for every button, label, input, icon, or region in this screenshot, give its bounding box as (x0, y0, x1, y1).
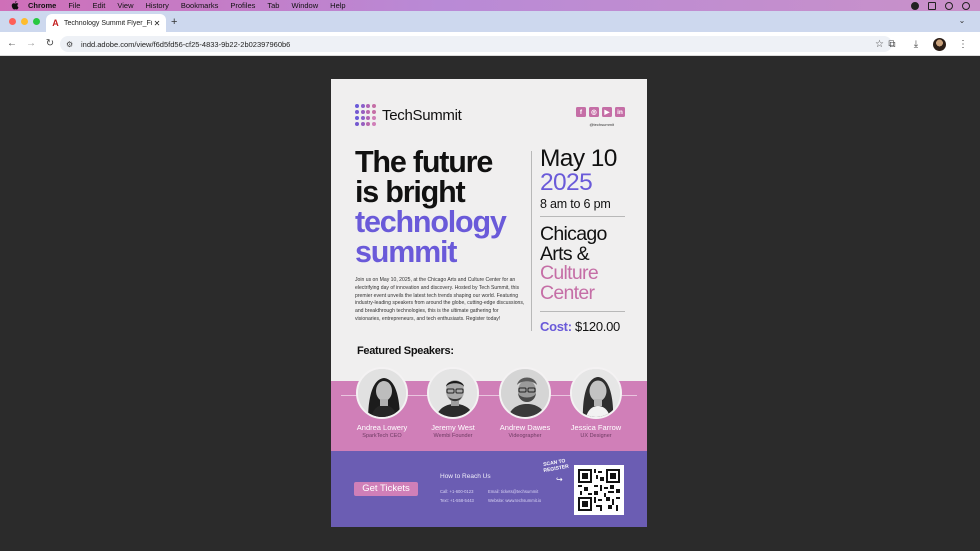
tab-title: Technology Summit Flyer_Fin (64, 19, 152, 27)
speaker-card: Jessica Farrow UX Designer (566, 367, 626, 439)
macos-menu-bar: Chrome File Edit View History Bookmarks … (0, 0, 980, 11)
speaker-card: Andrew Dawes Videographer (495, 367, 555, 439)
menu-history[interactable]: History (146, 1, 169, 10)
adobe-favicon-icon: A (52, 18, 59, 28)
social-handle: @techsummit (589, 122, 614, 127)
speaker-card: Jeremy West Wembi Founder (423, 367, 483, 439)
divider (540, 311, 625, 312)
speakers-title: Featured Speakers: (357, 345, 454, 357)
event-year: 2025 (540, 169, 593, 196)
venue-line-3: Culture (540, 262, 599, 284)
menu-help[interactable]: Help (330, 1, 345, 10)
download-icon[interactable]: ⤓ (909, 37, 923, 51)
cost-value: $120.00 (575, 319, 620, 334)
headline-line-1: The future (355, 145, 493, 179)
control-center-icon[interactable] (928, 1, 936, 10)
brand-logo: TechSummit (355, 104, 462, 126)
menu-tab[interactable]: Tab (267, 1, 279, 10)
more-menu-icon[interactable]: ⋮ (956, 37, 970, 51)
facebook-icon: f (576, 107, 586, 117)
speaker-photo (427, 367, 479, 419)
qr-code[interactable] (574, 465, 624, 515)
menu-file[interactable]: File (68, 1, 80, 10)
back-arrow-icon[interactable]: ← (5, 37, 19, 51)
site-info-icon[interactable]: ⚙ (66, 40, 76, 49)
tab-close-icon[interactable]: ✕ (152, 19, 162, 28)
reload-icon[interactable]: ↻ (43, 37, 57, 51)
instagram-icon: ◎ (589, 107, 599, 117)
url-text[interactable]: indd.adobe.com/view/f6d5fd56-cf25-4833-9… (81, 40, 290, 49)
search-icon[interactable] (945, 1, 953, 10)
new-tab-button[interactable]: + (171, 16, 177, 28)
speaker-role: Videographer (508, 433, 542, 439)
social-icons: f ◎ ▶ in (576, 107, 625, 117)
extensions-icon[interactable]: ⧉ (885, 37, 899, 51)
headline-line-4: summit (355, 235, 457, 269)
record-icon[interactable] (911, 1, 919, 10)
menu-window[interactable]: Window (291, 1, 318, 10)
speaker-name: Jeremy West (431, 423, 475, 432)
youtube-icon: ▶ (602, 107, 612, 117)
curved-arrow-icon: ↪ (556, 475, 563, 484)
speaker-photo (499, 367, 551, 419)
contact-website: Website: www.techsummit.io (488, 498, 542, 503)
vertical-divider (531, 151, 532, 331)
linkedin-icon: in (615, 107, 625, 117)
apple-icon[interactable] (10, 1, 20, 10)
zoom-window-button[interactable] (33, 18, 40, 25)
speaker-name: Jessica Farrow (570, 423, 622, 432)
event-venue: Chicago Arts & Culture Center (540, 223, 607, 304)
tab-search-chevron-icon[interactable]: ⌄ (956, 16, 968, 26)
reach-title: How to Reach Us (440, 473, 491, 480)
event-description: Join us on May 10, 2025, at the Chicago … (355, 277, 525, 322)
speaker-photo (356, 367, 408, 419)
dots-logo-icon (355, 104, 377, 126)
close-window-button[interactable] (9, 18, 16, 25)
event-time: 8 am to 6 pm (540, 197, 611, 211)
menu-chrome[interactable]: Chrome (28, 1, 56, 10)
speaker-role: Wembi Founder (433, 433, 473, 439)
speaker-photo (570, 367, 622, 419)
headline-line-2: is bright (355, 175, 466, 209)
forward-arrow-icon[interactable]: → (24, 37, 38, 51)
tab-strip: A Technology Summit Flyer_Fin ✕ + ⌄ (0, 11, 980, 32)
get-tickets-button[interactable]: Get Tickets (354, 482, 418, 496)
speaker-name: Andrew Dawes (499, 423, 551, 432)
speaker-card: Andrea Lowery SparkTech CEO (352, 367, 412, 439)
bookmark-star-icon[interactable]: ☆ (875, 39, 884, 50)
headline: The future is bright technology summit (355, 145, 530, 269)
profile-avatar[interactable] (933, 37, 946, 51)
speaker-name: Andrea Lowery (356, 423, 408, 432)
active-tab[interactable]: A Technology Summit Flyer_Fin ✕ (46, 14, 166, 32)
brand-name: TechSummit (382, 106, 462, 124)
venue-line-4: Center (540, 281, 595, 304)
event-cost: Cost: $120.00 (540, 319, 620, 334)
contact-call: Call: +1-600-0123 (440, 489, 474, 494)
menu-profiles[interactable]: Profiles (230, 1, 255, 10)
user-icon[interactable] (962, 1, 970, 10)
flyer-page: TechSummit f ◎ ▶ in @techsummit The futu… (331, 79, 647, 527)
contact-text: Text: +1-558-5443 (440, 498, 474, 503)
menu-edit[interactable]: Edit (92, 1, 105, 10)
headline-line-3: technology (355, 205, 507, 239)
minimize-window-button[interactable] (21, 18, 28, 25)
window-controls (9, 18, 40, 25)
speaker-role: UX Designer (580, 433, 612, 439)
contact-email: Email: tickets@techsummit (488, 489, 539, 494)
divider (540, 216, 625, 217)
cost-label: Cost: (540, 319, 572, 334)
menu-bookmarks[interactable]: Bookmarks (181, 1, 219, 10)
speaker-role: SparkTech CEO (362, 433, 402, 439)
browser-toolbar: ← → ↻ ⚙ indd.adobe.com/view/f6d5fd56-cf2… (0, 32, 980, 56)
menu-view[interactable]: View (117, 1, 133, 10)
venue-line-1: Chicago (540, 223, 607, 245)
address-bar[interactable]: ⚙ indd.adobe.com/view/f6d5fd56-cf25-4833… (60, 36, 892, 52)
